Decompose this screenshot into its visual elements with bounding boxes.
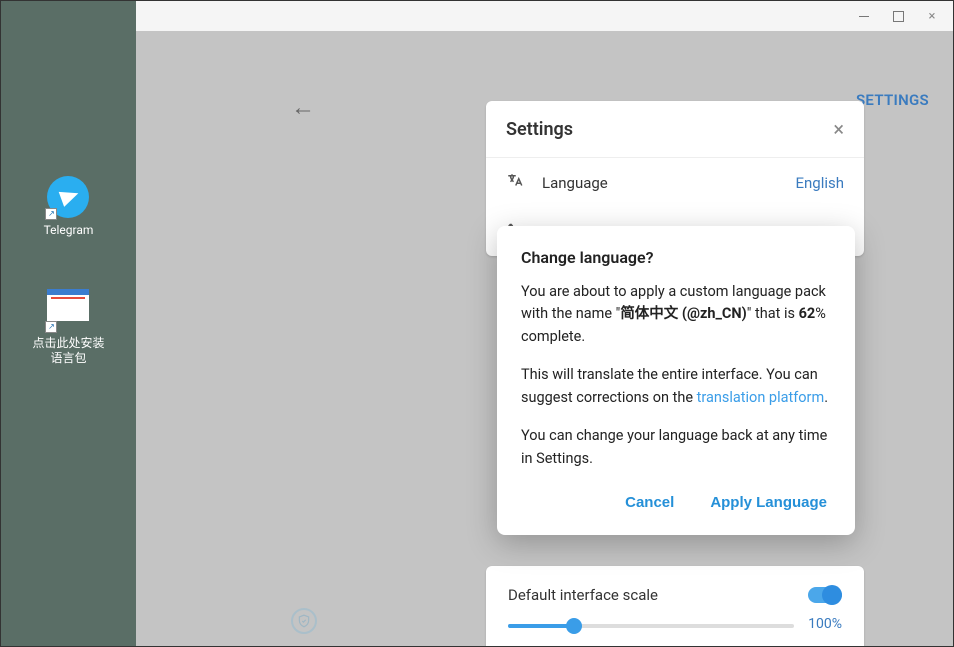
row-label: Language [542, 174, 779, 192]
scale-toggle[interactable] [808, 587, 842, 603]
close-icon[interactable]: × [833, 117, 844, 141]
shortcut-arrow-icon: ↗ [45, 321, 57, 333]
modal-para-1: You are about to apply a custom language… [521, 281, 831, 348]
scale-slider[interactable]: 100% [508, 624, 794, 628]
scale-value: 100% [808, 616, 842, 632]
titlebar: × [136, 1, 953, 31]
close-button[interactable]: × [917, 4, 947, 28]
maximize-button[interactable] [883, 4, 913, 28]
desktop-icon-label: 点击此处安装 语言包 [32, 336, 104, 367]
modal-actions: Cancel Apply Language [521, 486, 831, 519]
modal-title: Change language? [521, 248, 831, 267]
settings-link[interactable]: SETTINGS [856, 91, 929, 109]
language-icon [506, 172, 526, 194]
shield-icon[interactable] [291, 608, 317, 634]
row-value: English [795, 174, 844, 192]
scale-label: Default interface scale [508, 586, 658, 604]
desktop-icon-label: Telegram [44, 223, 94, 239]
translation-platform-link[interactable]: translation platform [697, 389, 825, 406]
panel-header: Settings × [486, 101, 864, 158]
change-language-modal: Change language? You are about to apply … [497, 226, 855, 535]
back-arrow-icon[interactable]: ← [291, 93, 315, 122]
desktop-area: ↗ Telegram ↗ 点击此处安装 语言包 [1, 1, 136, 646]
shortcut-arrow-icon: ↗ [45, 208, 57, 220]
modal-para-2: This will translate the entire interface… [521, 364, 831, 409]
scale-section: Default interface scale 100% [486, 566, 864, 646]
desktop-icon-telegram[interactable]: ↗ Telegram [44, 176, 94, 239]
desktop-icon-langpack[interactable]: ↗ 点击此处安装 语言包 [32, 289, 104, 367]
modal-para-3: You can change your language back at any… [521, 425, 831, 470]
screen: ↗ Telegram ↗ 点击此处安装 语言包 × ← SETTINGS [0, 0, 954, 647]
app-window: × ← SETTINGS Settings × Language English [136, 1, 953, 646]
percent-complete: 62 [799, 305, 816, 322]
apply-language-button[interactable]: Apply Language [706, 486, 831, 519]
panel-title: Settings [506, 119, 573, 140]
slider-handle[interactable] [566, 618, 582, 634]
minimize-button[interactable] [849, 4, 879, 28]
modal-body: You are about to apply a custom language… [521, 281, 831, 470]
telegram-icon: ↗ [47, 176, 89, 218]
settings-row-language[interactable]: Language English [486, 158, 864, 208]
app-body: ← SETTINGS Settings × Language English [136, 31, 953, 646]
pack-name: 简体中文 (@zh_CN) [620, 305, 746, 322]
cancel-button[interactable]: Cancel [621, 486, 678, 519]
file-icon: ↗ [47, 289, 89, 331]
